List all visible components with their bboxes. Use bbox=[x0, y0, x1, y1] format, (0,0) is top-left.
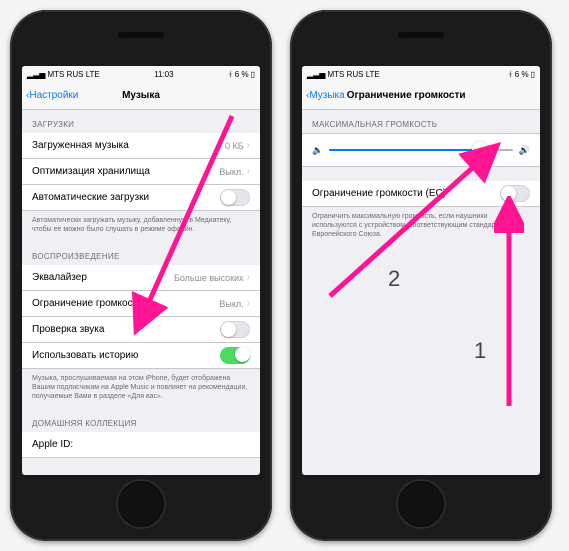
battery-icon: ▯ bbox=[531, 70, 535, 79]
volume-slider[interactable] bbox=[329, 149, 513, 151]
row-label: Оптимизация хранилища bbox=[32, 166, 150, 177]
battery-label: 6 % bbox=[515, 70, 529, 79]
status-bar: ▂▃▅ MTS RUS LTE 11:03 ᚼ 6 % ▯ bbox=[22, 66, 260, 82]
chevron-right-icon: › bbox=[247, 166, 250, 177]
row-label: Эквалайзер bbox=[32, 272, 87, 283]
back-label: Настройки bbox=[29, 90, 78, 101]
row-volume-limit[interactable]: Ограничение громкости Выкл. › bbox=[22, 291, 260, 317]
toggle-eu-limit[interactable] bbox=[500, 185, 530, 202]
bluetooth-icon: ᚼ bbox=[228, 70, 233, 79]
phone-left: ▂▃▅ MTS RUS LTE 11:03 ᚼ 6 % ▯ ‹ Настройк… bbox=[10, 10, 272, 541]
phone-right: ▂▃▅ MTS RUS LTE ᚼ 6 % ▯ ‹ Музыка Огранич… bbox=[290, 10, 552, 541]
volume-high-icon: 🔊 bbox=[519, 145, 530, 156]
signal-icon: ▂▃▅ bbox=[27, 70, 45, 79]
row-label: Проверка звука bbox=[32, 324, 104, 335]
row-apple-id[interactable]: Apple ID: bbox=[22, 432, 260, 458]
note-auto-downloads: Автоматически загружать музыку, добавлен… bbox=[22, 211, 260, 242]
row-label: Apple ID: bbox=[32, 439, 73, 450]
battery-icon: ▯ bbox=[251, 70, 255, 79]
row-optimize-storage[interactable]: Оптимизация хранилища Выкл. › bbox=[22, 159, 260, 185]
clock: 11:03 bbox=[154, 70, 173, 79]
toggle-sound-check[interactable] bbox=[220, 321, 250, 338]
annotation-number-1: 1 bbox=[474, 338, 486, 364]
back-button[interactable]: ‹ Настройки bbox=[26, 90, 78, 101]
bluetooth-icon: ᚼ bbox=[508, 70, 513, 79]
back-label: Музыка bbox=[309, 90, 344, 101]
slider-thumb[interactable] bbox=[472, 142, 488, 158]
row-label: Ограничение громкости (ЕС) bbox=[312, 188, 446, 199]
toggle-auto-downloads[interactable] bbox=[220, 189, 250, 206]
annotation-number-2: 2 bbox=[388, 266, 400, 292]
row-value: Выкл. bbox=[219, 299, 243, 309]
screen-left: ▂▃▅ MTS RUS LTE 11:03 ᚼ 6 % ▯ ‹ Настройк… bbox=[22, 66, 260, 475]
back-button[interactable]: ‹ Музыка bbox=[306, 90, 345, 101]
row-equalizer[interactable]: Эквалайзер Больше высоких› bbox=[22, 265, 260, 291]
row-label: Загруженная музыка bbox=[32, 140, 129, 151]
row-label: Ограничение громкости bbox=[32, 298, 143, 309]
section-downloads: ЗАГРУЗКИ bbox=[22, 110, 260, 133]
slider-fill bbox=[329, 149, 480, 151]
chevron-right-icon: › bbox=[247, 272, 250, 283]
nav-title: Музыка bbox=[122, 90, 160, 101]
row-downloaded-music[interactable]: Загруженная музыка 0 КБ› bbox=[22, 133, 260, 159]
row-value: Больше высоких bbox=[174, 273, 244, 283]
volume-low-icon: 🔈 bbox=[312, 145, 323, 156]
row-label: Автоматические загрузки bbox=[32, 192, 149, 203]
carrier-label: MTS RUS LTE bbox=[327, 70, 379, 79]
battery-label: 6 % bbox=[235, 70, 249, 79]
row-volume-slider: 🔈 🔊 bbox=[302, 133, 540, 167]
row-auto-downloads[interactable]: Автоматические загрузки bbox=[22, 185, 260, 211]
note-eu-limit: Ограничить максимальную громкость, если … bbox=[302, 207, 540, 247]
carrier-label: MTS RUS LTE bbox=[47, 70, 99, 79]
signal-icon: ▂▃▅ bbox=[307, 70, 325, 79]
row-value: 0 КБ bbox=[225, 141, 244, 151]
chevron-right-icon: › bbox=[247, 298, 250, 309]
section-home-sharing: ДОМАШНЯЯ КОЛЛЕКЦИЯ bbox=[22, 409, 260, 432]
row-use-history[interactable]: Использовать историю bbox=[22, 343, 260, 369]
row-sound-check[interactable]: Проверка звука bbox=[22, 317, 260, 343]
section-playback: ВОСПРОИЗВЕДЕНИЕ bbox=[22, 242, 260, 265]
toggle-use-history[interactable] bbox=[220, 347, 250, 364]
row-label: Использовать историю bbox=[32, 350, 138, 361]
chevron-right-icon: › bbox=[247, 140, 250, 151]
row-eu-volume-limit[interactable]: Ограничение громкости (ЕС) bbox=[302, 181, 540, 207]
row-value: Выкл. bbox=[219, 167, 243, 177]
section-max-volume: МАКСИМАЛЬНАЯ ГРОМКОСТЬ bbox=[302, 110, 540, 133]
note-use-history: Музыка, прослушиваемая на этом iPhone, б… bbox=[22, 369, 260, 409]
nav-title: Ограничение громкости bbox=[347, 90, 466, 101]
screen-right: ▂▃▅ MTS RUS LTE ᚼ 6 % ▯ ‹ Музыка Огранич… bbox=[302, 66, 540, 475]
nav-bar: ‹ Музыка Ограничение громкости bbox=[302, 82, 540, 110]
nav-bar: ‹ Настройки Музыка bbox=[22, 82, 260, 110]
status-bar: ▂▃▅ MTS RUS LTE ᚼ 6 % ▯ bbox=[302, 66, 540, 82]
